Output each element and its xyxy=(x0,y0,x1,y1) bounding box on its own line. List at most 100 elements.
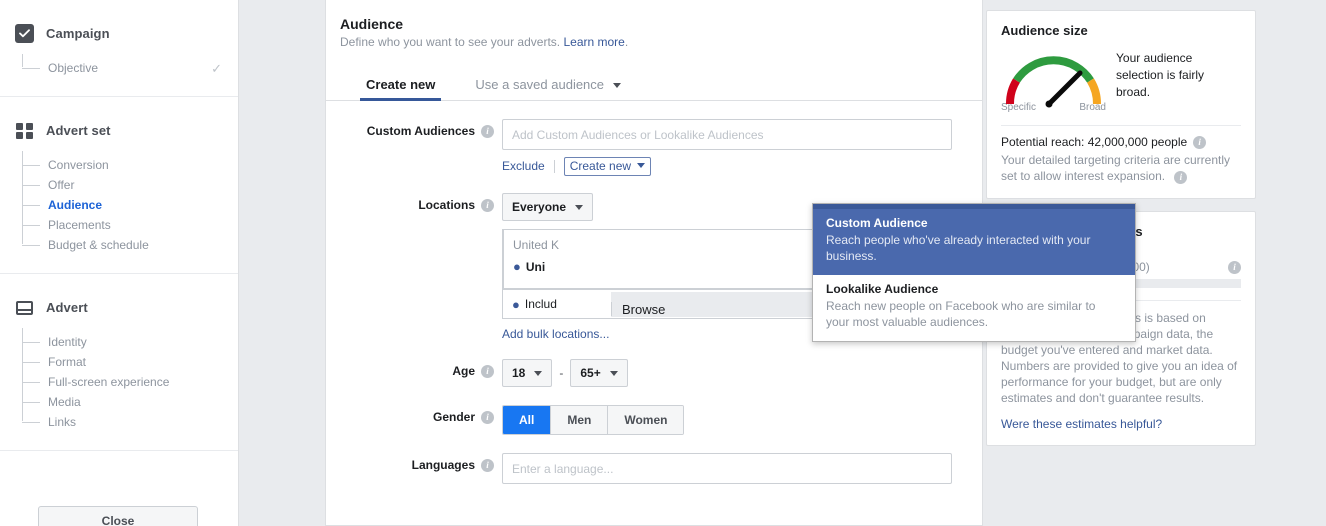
age-max-select[interactable]: 65+ xyxy=(570,359,627,387)
info-icon[interactable]: i xyxy=(1174,171,1187,184)
gauge-wrap: Specific Broad xyxy=(1001,46,1106,113)
sidebar-group-title: Campaign xyxy=(46,26,110,41)
sidebar-item-audience[interactable]: Audience xyxy=(30,195,238,215)
sidebar-subnav-advert: Identity Format Full-screen experience M… xyxy=(0,332,238,432)
sidebar-group-advert-set: Advert set Conversion Offer Audience xyxy=(0,97,238,274)
learn-more-link[interactable]: Learn more xyxy=(563,35,624,49)
locations-everyone-label: Everyone xyxy=(512,200,566,214)
page-title: Audience xyxy=(326,16,982,32)
check-square-icon xyxy=(15,24,34,43)
sidebar-item-links[interactable]: Links xyxy=(30,412,238,432)
grid-icon xyxy=(15,121,34,140)
exclude-link[interactable]: Exclude xyxy=(502,159,545,173)
tree-branch-line xyxy=(22,362,40,363)
sidebar-group-advert: Advert Identity Format Full-screen exper… xyxy=(0,274,238,451)
sidebar-group-header-campaign[interactable]: Campaign xyxy=(0,22,238,44)
info-icon[interactable]: i xyxy=(481,365,494,378)
sidebar-item-placements[interactable]: Placements xyxy=(30,215,238,235)
main-column: Audience Define who you want to see your… xyxy=(239,0,986,526)
tree-branch-line xyxy=(22,165,40,166)
location-chip-label: Uni xyxy=(526,260,545,274)
subtitle-period: . xyxy=(625,35,628,49)
age-row: Age i 18 - 65+ xyxy=(326,359,982,387)
custom-audiences-label: Custom Audiences xyxy=(367,124,475,138)
sidebar-subnav-advert-set: Conversion Offer Audience Placements Bud… xyxy=(0,155,238,255)
ads-manager-audience-screen: Campaign Objective ✓ Advert set xyxy=(0,0,1326,526)
age-min-value: 18 xyxy=(512,366,525,380)
sidebar-item-label: Full-screen experience xyxy=(48,375,169,389)
info-icon[interactable]: i xyxy=(1193,136,1206,149)
info-icon[interactable]: i xyxy=(481,459,494,472)
locations-label-wrap: Locations i xyxy=(326,193,502,212)
locations-include-control[interactable]: ● Includ xyxy=(512,297,557,312)
sidebar-group-campaign: Campaign Objective ✓ xyxy=(0,0,238,97)
age-min-select[interactable]: 18 xyxy=(502,359,552,387)
dropdown-item-description: Reach people who've already interacted w… xyxy=(826,232,1122,264)
audience-size-gauge-row: Specific Broad Your audience selection i… xyxy=(1001,46,1241,113)
sidebar-item-full-screen-experience[interactable]: Full-screen experience xyxy=(30,372,238,392)
locations-label: Locations xyxy=(418,198,475,212)
map-pin-icon: ● xyxy=(513,259,521,274)
languages-input[interactable]: Enter a language... xyxy=(502,453,952,484)
languages-label: Languages xyxy=(412,458,475,472)
sidebar: Campaign Objective ✓ Advert set xyxy=(0,0,239,526)
sidebar-subnav-campaign: Objective ✓ xyxy=(0,58,238,78)
tree-branch-line xyxy=(22,402,40,403)
locations-everyone-select[interactable]: Everyone xyxy=(502,193,593,221)
age-field: 18 - 65+ xyxy=(502,359,964,387)
sidebar-item-offer[interactable]: Offer xyxy=(30,175,238,195)
info-icon[interactable]: i xyxy=(481,411,494,424)
info-icon[interactable]: i xyxy=(1228,261,1241,274)
dropdown-item-lookalike-audience[interactable]: Lookalike Audience Reach new people on F… xyxy=(813,275,1135,341)
sidebar-item-label: Objective xyxy=(48,61,98,75)
page-subtitle-text: Define who you want to see your adverts. xyxy=(340,35,560,49)
potential-reach-line: Potential reach: 42,000,000 people i xyxy=(1001,135,1241,149)
gender-option-men[interactable]: Men xyxy=(551,406,608,434)
chevron-down-icon xyxy=(610,371,618,376)
custom-audiences-input[interactable]: Add Custom Audiences or Lookalike Audien… xyxy=(502,119,952,150)
chevron-down-icon xyxy=(637,163,645,168)
dropdown-item-custom-audience[interactable]: Custom Audience Reach people who've alre… xyxy=(813,209,1135,275)
gender-row: Gender i All Men Women xyxy=(326,405,982,435)
dropdown-item-description: Reach new people on Facebook who are sim… xyxy=(826,298,1122,330)
sidebar-group-header-advert[interactable]: Advert xyxy=(0,296,238,318)
estimates-helpful-link[interactable]: Were these estimates helpful? xyxy=(1001,417,1241,431)
gender-segmented-control: All Men Women xyxy=(502,405,684,435)
audience-size-panel: Audience size Specific Br xyxy=(986,10,1256,199)
gender-option-women[interactable]: Women xyxy=(608,406,683,434)
sidebar-item-format[interactable]: Format xyxy=(30,352,238,372)
tab-create-new[interactable]: Create new xyxy=(360,77,441,100)
custom-audiences-field: Add Custom Audiences or Lookalike Audien… xyxy=(502,119,964,175)
age-max-value: 65+ xyxy=(580,366,600,380)
languages-field: Enter a language... xyxy=(502,453,964,484)
close-button[interactable]: Close xyxy=(38,506,198,526)
sidebar-group-header-advert-set[interactable]: Advert set xyxy=(0,119,238,141)
tree-branch-line xyxy=(22,68,40,69)
info-icon[interactable]: i xyxy=(481,199,494,212)
audience-size-message: Your audience selection is fairly broad. xyxy=(1106,46,1241,101)
gender-label: Gender xyxy=(433,410,475,424)
dropdown-item-title: Custom Audience xyxy=(826,216,1122,230)
tree-branch-line xyxy=(22,382,40,383)
tree-branch-line xyxy=(22,342,40,343)
complete-check-icon: ✓ xyxy=(211,61,222,77)
sidebar-item-objective[interactable]: Objective ✓ xyxy=(30,58,238,78)
info-icon[interactable]: i xyxy=(481,125,494,138)
add-bulk-locations-link[interactable]: Add bulk locations... xyxy=(502,327,609,341)
tab-label: Use a saved audience xyxy=(475,77,604,92)
sidebar-item-media[interactable]: Media xyxy=(30,392,238,412)
page-subtitle: Define who you want to see your adverts.… xyxy=(326,35,982,49)
browse-link[interactable]: Browse xyxy=(622,302,665,317)
sidebar-item-identity[interactable]: Identity xyxy=(30,332,238,352)
sidebar-item-conversion[interactable]: Conversion xyxy=(30,155,238,175)
tab-use-saved-audience[interactable]: Use a saved audience xyxy=(469,77,626,100)
tree-branch-line xyxy=(22,225,40,226)
divider xyxy=(611,302,612,316)
sidebar-item-budget-schedule[interactable]: Budget & schedule xyxy=(30,235,238,255)
create-new-dropdown-trigger[interactable]: Create new xyxy=(564,157,651,176)
tree-branch-line xyxy=(22,205,40,206)
sidebar-item-label: Budget & schedule xyxy=(48,238,149,252)
gender-option-all[interactable]: All xyxy=(503,406,551,434)
sidebar-item-label: Media xyxy=(48,395,81,409)
audience-size-gauge xyxy=(1001,46,1106,108)
